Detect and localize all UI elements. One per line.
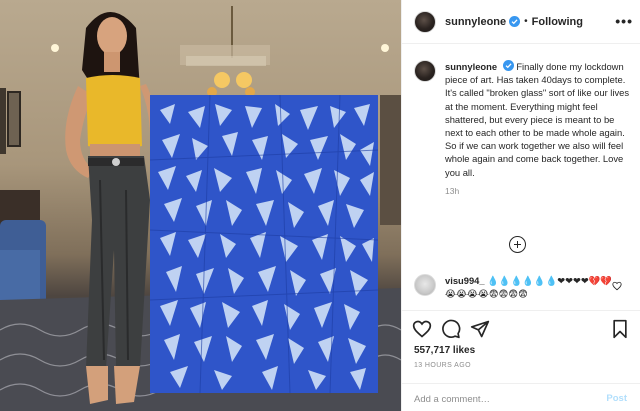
wall-frame [7, 91, 21, 147]
author-avatar[interactable] [414, 10, 436, 33]
load-more-icon[interactable] [509, 236, 526, 253]
more-options-icon[interactable]: ••• [615, 13, 633, 29]
following-button[interactable]: Following [532, 16, 583, 28]
comment-input[interactable] [414, 391, 584, 407]
heart-icon[interactable] [412, 319, 432, 339]
broken-glass-painting [149, 94, 379, 394]
comment-item: visu994_ 💧💧💧💧💧💧❤❤❤❤💔💔😭😭😭😭😨😨😨😨 [414, 274, 634, 300]
photo-scene [0, 6, 401, 411]
separator-dot: • [524, 16, 528, 27]
post-actions-section: 557,717 likes 13 HOURS AGO Post [402, 310, 640, 411]
comment-username[interactable]: visu994_ [445, 275, 485, 286]
comment-icon[interactable] [441, 319, 461, 339]
comment-like-icon[interactable] [612, 281, 622, 291]
post-caption: sunnyleone Finally done my lockdown piec… [414, 60, 634, 198]
verified-badge-icon [502, 60, 514, 71]
doorway [380, 95, 401, 225]
add-comment-bar: Post [402, 383, 640, 411]
ceiling-light [381, 44, 389, 52]
post-comment-button[interactable]: Post [606, 393, 627, 404]
caption-text: Finally done my lockdown piece of art. H… [445, 61, 630, 178]
comment-body: visu994_ 💧💧💧💧💧💧❤❤❤❤💔💔😭😭😭😭😨😨😨😨 [445, 274, 615, 300]
ceiling-light [51, 44, 59, 52]
caption-body: sunnyleone Finally done my lockdown piec… [445, 60, 631, 198]
post-header: sunnyleone • Following ••• [402, 0, 640, 44]
post-photo[interactable] [0, 0, 401, 411]
wall-frame [0, 88, 6, 154]
share-icon[interactable] [470, 319, 490, 339]
commenter-avatar[interactable] [414, 274, 436, 296]
author-username[interactable]: sunnyleone [445, 16, 506, 28]
post-side-panel: sunnyleone • Following ••• sunnyleone Fi… [401, 0, 640, 411]
verified-badge-icon [509, 16, 521, 27]
action-bar [412, 319, 632, 341]
caption-author-avatar[interactable] [414, 60, 436, 82]
chandelier [180, 6, 270, 97]
caption-timestamp[interactable]: 13h [445, 185, 631, 198]
post-timestamp[interactable]: 13 HOURS AGO [414, 362, 471, 369]
caption-username[interactable]: sunnyleone [445, 61, 497, 72]
save-bookmark-icon[interactable] [610, 319, 630, 339]
likes-count[interactable]: 557,717 likes [414, 345, 475, 356]
